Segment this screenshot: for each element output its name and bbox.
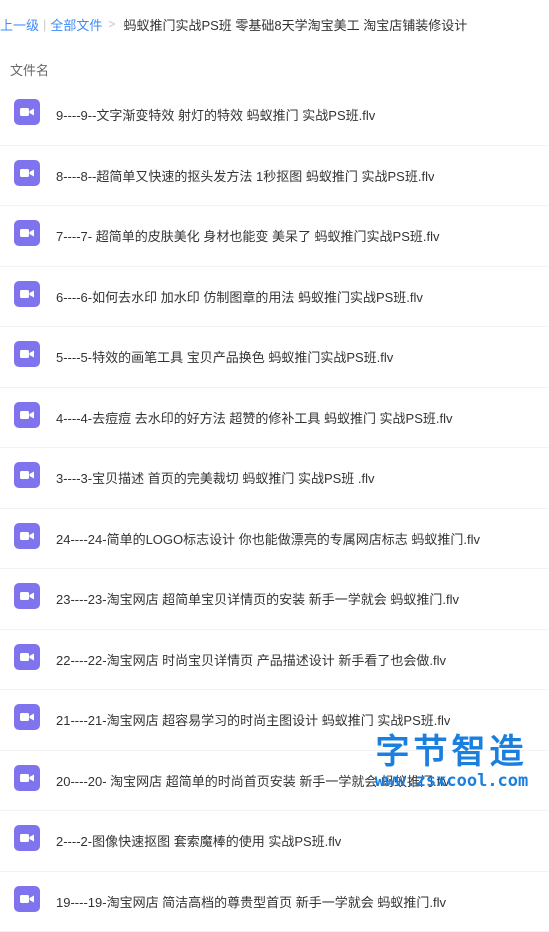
file-name[interactable]: 23----23-淘宝网店 超简单宝贝详情页的安装 新手一学就会 蚂蚁推门.fl… xyxy=(56,589,459,608)
file-row[interactable]: 3----3-宝贝描述 首页的完美裁切 蚂蚁推门 实战PS班 .flv xyxy=(0,448,549,509)
file-row[interactable]: 23----23-淘宝网店 超简单宝贝详情页的安装 新手一学就会 蚂蚁推门.fl… xyxy=(0,569,549,630)
column-header-filename[interactable]: 文件名 xyxy=(10,60,49,79)
file-row[interactable]: 22----22-淘宝网店 时尚宝贝详情页 产品描述设计 新手看了也会做.flv xyxy=(0,630,549,691)
chevron-right-icon: > xyxy=(108,17,115,31)
file-name[interactable]: 24----24-简单的LOGO标志设计 你也能做漂亮的专属网店标志 蚂蚁推门.… xyxy=(56,529,480,548)
video-file-icon xyxy=(0,160,56,191)
file-row[interactable]: 20----20- 淘宝网店 超简单的时尚首页安装 新手一学就会 蚂蚁推门.fl… xyxy=(0,751,549,812)
file-name[interactable]: 4----4-去痘痘 去水印的好方法 超赞的修补工具 蚂蚁推门 实战PS班.fl… xyxy=(56,408,453,427)
file-name[interactable]: 7----7- 超简单的皮肤美化 身材也能变 美呆了 蚂蚁推门实战PS班.flv xyxy=(56,226,440,245)
file-row[interactable]: 21----21-淘宝网店 超容易学习的时尚主图设计 蚂蚁推门 实战PS班.fl… xyxy=(0,690,549,751)
video-file-icon xyxy=(0,644,56,675)
file-name[interactable]: 2----2-图像快速抠图 套索魔棒的使用 实战PS班.flv xyxy=(56,831,341,850)
file-name[interactable]: 8----8--超简单又快速的抠头发方法 1秒抠图 蚂蚁推门 实战PS班.flv xyxy=(56,166,434,185)
file-row[interactable]: 24----24-简单的LOGO标志设计 你也能做漂亮的专属网店标志 蚂蚁推门.… xyxy=(0,509,549,570)
file-name[interactable]: 9----9--文字渐变特效 射灯的特效 蚂蚁推门 实战PS班.flv xyxy=(56,105,375,124)
file-row[interactable]: 7----7- 超简单的皮肤美化 身材也能变 美呆了 蚂蚁推门实战PS班.flv xyxy=(0,206,549,267)
file-name[interactable]: 21----21-淘宝网店 超容易学习的时尚主图设计 蚂蚁推门 实战PS班.fl… xyxy=(56,710,450,729)
breadcrumb-divider: | xyxy=(43,17,46,32)
file-row[interactable]: 8----8--超简单又快速的抠头发方法 1秒抠图 蚂蚁推门 实战PS班.flv xyxy=(0,146,549,207)
video-file-icon xyxy=(0,220,56,251)
file-row[interactable]: 9----9--文字渐变特效 射灯的特效 蚂蚁推门 实战PS班.flv xyxy=(0,85,549,146)
file-name[interactable]: 19----19-淘宝网店 简洁高档的尊贵型首页 新手一学就会 蚂蚁推门.flv xyxy=(56,892,446,911)
breadcrumb-current-folder: 蚂蚁推门实战PS班 零基础8天学淘宝美工 淘宝店铺装修设计 xyxy=(123,15,467,34)
video-file-icon xyxy=(0,583,56,614)
video-file-icon xyxy=(0,99,56,130)
video-file-icon xyxy=(0,765,56,796)
video-file-icon xyxy=(0,825,56,856)
file-name[interactable]: 6----6-如何去水印 加水印 仿制图章的用法 蚂蚁推门实战PS班.flv xyxy=(56,287,423,306)
video-file-icon xyxy=(0,462,56,493)
video-file-icon xyxy=(0,402,56,433)
breadcrumb-back-link[interactable]: 上一级 xyxy=(0,15,39,34)
breadcrumb-all-files-link[interactable]: 全部文件 xyxy=(50,15,102,34)
file-name[interactable]: 20----20- 淘宝网店 超简单的时尚首页安装 新手一学就会 蚂蚁推门.fl… xyxy=(56,771,450,790)
video-file-icon xyxy=(0,281,56,312)
video-file-icon xyxy=(0,523,56,554)
file-row[interactable]: 19----19-淘宝网店 简洁高档的尊贵型首页 新手一学就会 蚂蚁推门.flv xyxy=(0,872,549,932)
breadcrumb: 上一级 | 全部文件 > 蚂蚁推门实战PS班 零基础8天学淘宝美工 淘宝店铺装修… xyxy=(0,14,467,34)
file-row[interactable]: 2----2-图像快速抠图 套索魔棒的使用 实战PS班.flv xyxy=(0,811,549,872)
file-name[interactable]: 22----22-淘宝网店 时尚宝贝详情页 产品描述设计 新手看了也会做.flv xyxy=(56,650,446,669)
video-file-icon xyxy=(0,704,56,735)
file-row[interactable]: 6----6-如何去水印 加水印 仿制图章的用法 蚂蚁推门实战PS班.flv xyxy=(0,267,549,328)
video-file-icon xyxy=(0,341,56,372)
file-row[interactable]: 4----4-去痘痘 去水印的好方法 超赞的修补工具 蚂蚁推门 实战PS班.fl… xyxy=(0,388,549,449)
file-name[interactable]: 3----3-宝贝描述 首页的完美裁切 蚂蚁推门 实战PS班 .flv xyxy=(56,468,375,487)
file-name[interactable]: 5----5-特效的画笔工具 宝贝产品换色 蚂蚁推门实战PS班.flv xyxy=(56,347,393,366)
video-file-icon xyxy=(0,886,56,917)
file-list: 9----9--文字渐变特效 射灯的特效 蚂蚁推门 实战PS班.flv 8----… xyxy=(0,85,549,932)
file-row[interactable]: 5----5-特效的画笔工具 宝贝产品换色 蚂蚁推门实战PS班.flv xyxy=(0,327,549,388)
